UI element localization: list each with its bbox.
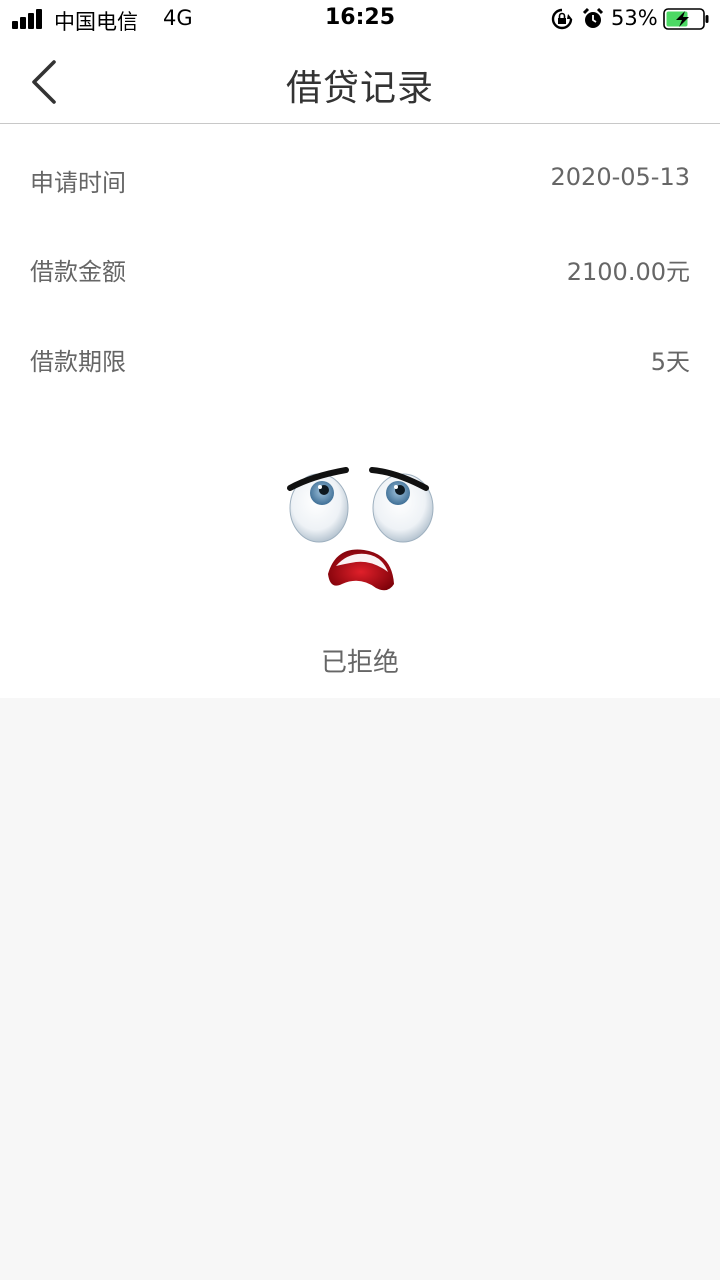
alarm-icon <box>582 7 604 28</box>
status-bar: 中国电信 4G 16:25 53% <box>0 0 720 40</box>
detail-row-term: 借款期限 5天 <box>0 332 720 382</box>
detail-value: 2020-05-13 <box>550 163 690 191</box>
detail-label: 申请时间 <box>30 169 126 197</box>
page-title: 借贷记录 <box>285 68 434 109</box>
battery-percentage: 53% <box>611 6 658 30</box>
detail-row-apply-time: 申请时间 2020-05-13 <box>0 153 720 203</box>
loan-status: 已拒绝 <box>320 648 399 678</box>
detail-label: 借款期限 <box>30 348 126 376</box>
detail-value: 5天 <box>650 348 690 376</box>
detail-value: 2100.00元 <box>566 258 690 286</box>
sad-face-icon <box>287 467 434 591</box>
detail-label: 借款金额 <box>30 258 126 286</box>
navigation-bar: 借贷记录 <box>0 40 720 124</box>
battery-icon <box>663 8 709 30</box>
detail-row-amount: 借款金额 2100.00元 <box>0 242 720 292</box>
rotation-lock-icon <box>551 8 573 30</box>
